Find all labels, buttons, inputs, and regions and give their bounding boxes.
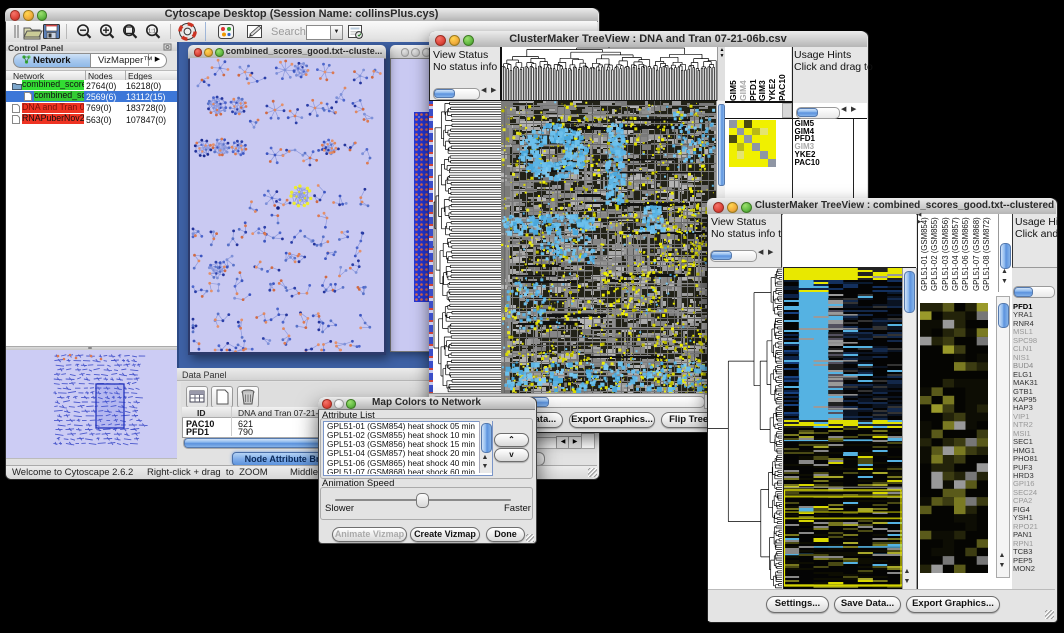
- svg-text:1:1: 1:1: [148, 28, 156, 34]
